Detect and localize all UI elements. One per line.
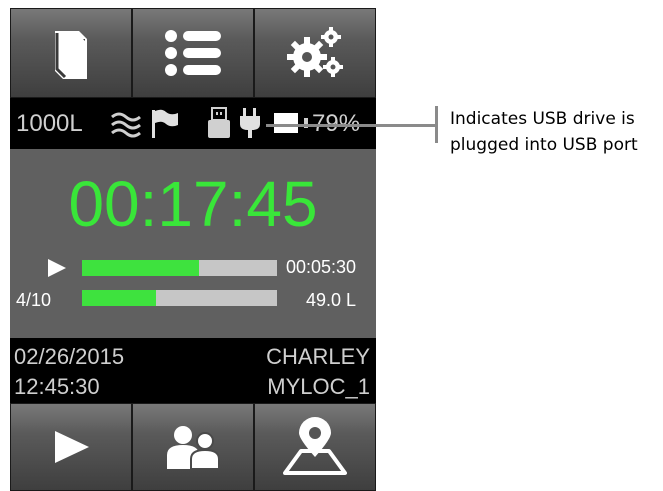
users-button[interactable] xyxy=(132,403,254,491)
volume-label: 1000L xyxy=(16,110,83,137)
list-icon xyxy=(165,30,221,76)
callout-bracket xyxy=(435,106,438,143)
menu-list-button[interactable] xyxy=(132,8,254,98)
sample-count: 4/10 xyxy=(16,290,52,310)
manual-button[interactable] xyxy=(10,8,132,98)
volume-progress-fill xyxy=(82,290,157,306)
play-icon xyxy=(55,431,89,463)
map-location-icon xyxy=(283,417,347,475)
user-label: CHARLEY xyxy=(266,344,370,369)
main-panel: 00:17:45 00:05:30 4/10 49.0 L xyxy=(10,149,376,338)
time-progress-bar xyxy=(82,260,277,276)
time-progress-fill xyxy=(82,260,199,276)
callout-line-2: plugged into USB port xyxy=(450,135,638,155)
book-icon xyxy=(55,31,87,79)
play-icon xyxy=(48,259,66,277)
callout-line-1: Indicates USB drive is xyxy=(450,109,635,129)
usb-callout: Indicates USB drive is plugged into USB … xyxy=(450,106,660,158)
volume-progress-value: 49.0 L xyxy=(306,290,357,310)
location-label: MYLOC_1 xyxy=(267,374,370,399)
settings-button[interactable] xyxy=(254,8,376,98)
time-label: 12:45:30 xyxy=(14,374,100,399)
time-progress-value: 00:05:30 xyxy=(286,257,357,277)
device-screen: 1000L 79% 00:17:45 xyxy=(10,8,376,491)
settings-gears-icon xyxy=(287,27,343,77)
battery-icon xyxy=(274,113,308,133)
users-icon xyxy=(167,426,220,469)
usb-drive-icon xyxy=(208,107,230,138)
power-plug-icon xyxy=(240,108,260,138)
flag-icon xyxy=(152,109,178,138)
elapsed-timer: 00:17:45 xyxy=(68,168,318,240)
volume-progress-bar xyxy=(82,290,277,306)
info-bar: 02/26/2015 12:45:30 CHARLEY MYLOC_1 xyxy=(10,338,376,403)
callout-pointer-line xyxy=(266,124,436,127)
location-button[interactable] xyxy=(254,403,376,491)
date-label: 02/26/2015 xyxy=(14,344,125,369)
flow-waves-icon xyxy=(111,112,141,138)
start-button[interactable] xyxy=(10,403,132,491)
